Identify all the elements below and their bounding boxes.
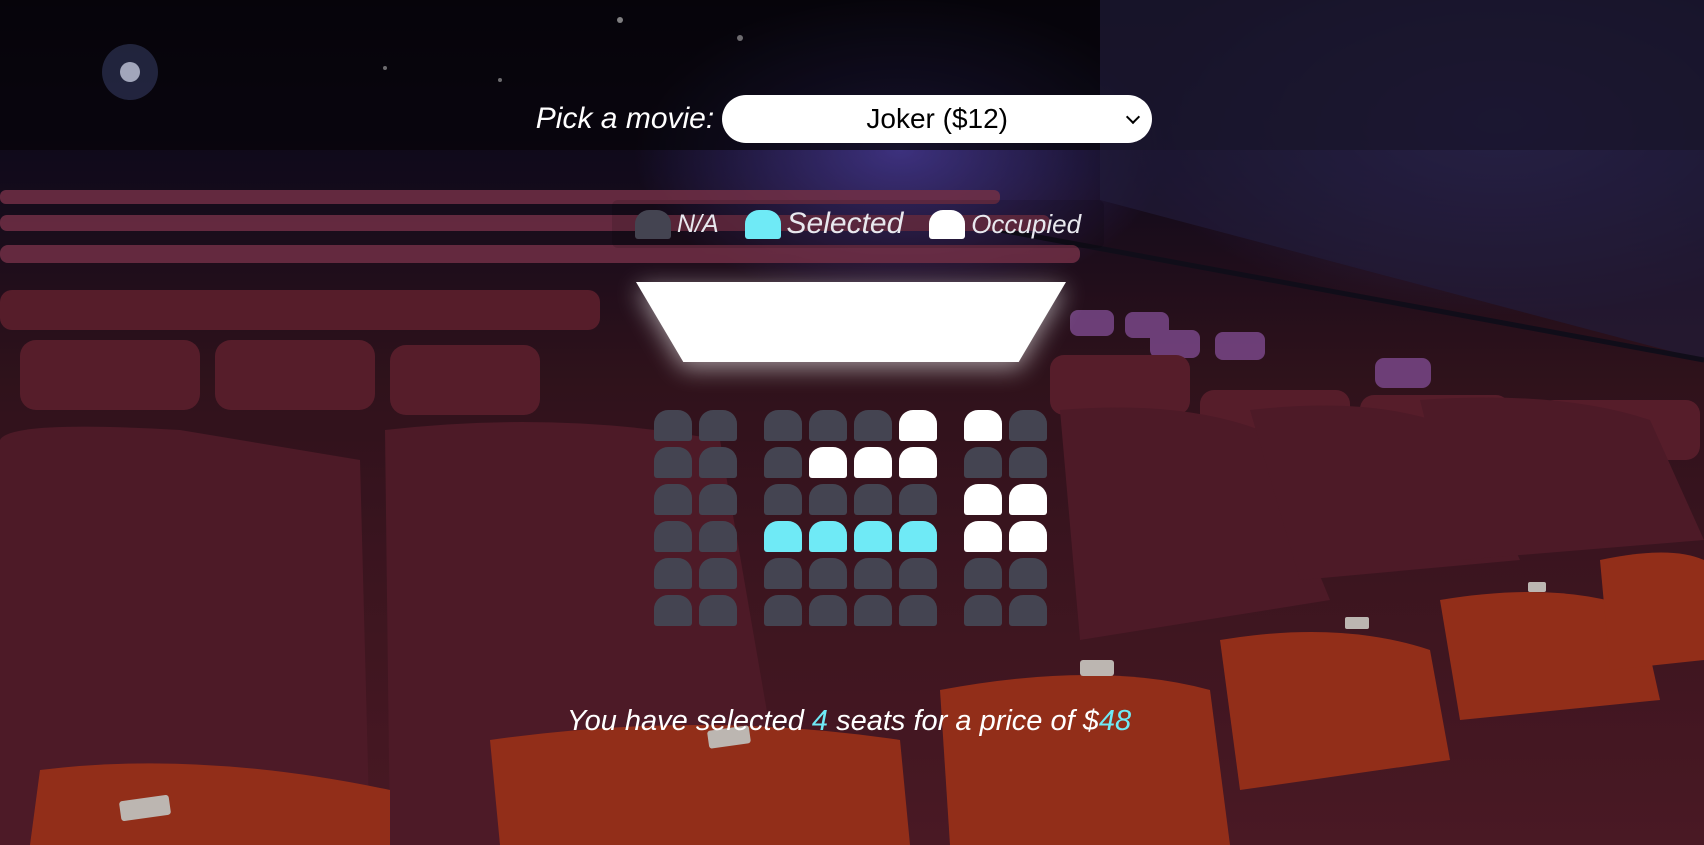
seat-r2-c4 — [809, 447, 847, 478]
seat-r6-c1[interactable] — [654, 595, 692, 626]
seat-r3-c1[interactable] — [654, 484, 692, 515]
seat-r5-c6[interactable] — [899, 558, 937, 589]
seat-r5-c8[interactable] — [1009, 558, 1047, 589]
seat-r6-c8[interactable] — [1009, 595, 1047, 626]
seat-r6-c3[interactable] — [764, 595, 802, 626]
seat-r5-c4[interactable] — [809, 558, 847, 589]
seat-r4-c2[interactable] — [699, 521, 737, 552]
legend-label-na: N/A — [676, 209, 719, 238]
seat-r1-c4[interactable] — [809, 410, 847, 441]
summary-middle: seats for a price of $ — [828, 705, 1099, 737]
seat-r4-c8 — [1009, 521, 1047, 552]
seat-r6-c4[interactable] — [809, 595, 847, 626]
movie-picker-label: Pick a movie: — [535, 102, 715, 135]
chevron-down-icon — [1126, 109, 1141, 125]
legend-item-na: N/A — [634, 209, 719, 239]
selection-summary: You have selected 4 seats for a price of… — [0, 705, 1701, 738]
seat-selected-icon — [744, 209, 781, 239]
seat-r2-c8[interactable] — [1009, 447, 1047, 478]
legend-item-selected: Selected — [744, 207, 904, 241]
legend-label-occupied: Occupied — [971, 208, 1082, 239]
seat-r5-c5[interactable] — [854, 558, 892, 589]
selected-count: 4 — [811, 705, 829, 737]
seat-r1-c8[interactable] — [1009, 410, 1047, 441]
seat-r4-c3[interactable] — [764, 521, 802, 552]
seat-r3-c5[interactable] — [854, 484, 892, 515]
seat-r1-c1[interactable] — [654, 410, 692, 441]
seat-r4-c4[interactable] — [809, 521, 847, 552]
seat-r4-c7 — [964, 521, 1002, 552]
total-price: 48 — [1098, 705, 1132, 737]
seat-r1-c7 — [964, 410, 1002, 441]
seat-r4-c5[interactable] — [854, 521, 892, 552]
seat-r2-c2[interactable] — [699, 447, 737, 478]
seat-occupied-icon — [929, 209, 966, 239]
seat-r3-c3[interactable] — [764, 484, 802, 515]
seat-r6-c6[interactable] — [899, 595, 937, 626]
seat-legend: N/A Selected Occupied — [612, 200, 1104, 248]
seat-r5-c3[interactable] — [764, 558, 802, 589]
seat-r3-c4[interactable] — [809, 484, 847, 515]
seat-r3-c8 — [1009, 484, 1047, 515]
movie-select[interactable]: Joker ($12) — [722, 95, 1153, 143]
seat-r3-c2[interactable] — [699, 484, 737, 515]
seat-r6-c2[interactable] — [699, 595, 737, 626]
seat-r3-c6[interactable] — [899, 484, 937, 515]
seat-r1-c5[interactable] — [854, 410, 892, 441]
movie-picker-row: Pick a movie: Joker ($12) — [0, 95, 1696, 143]
cinema-screen — [636, 282, 1066, 362]
seat-na-icon — [634, 209, 671, 239]
legend-item-occupied: Occupied — [929, 209, 1081, 240]
seat-r3-c7 — [964, 484, 1002, 515]
movie-select-value: Joker ($12) — [866, 103, 1008, 134]
seat-r1-c2[interactable] — [699, 410, 737, 441]
seat-r2-c5 — [854, 447, 892, 478]
seat-r2-c1[interactable] — [654, 447, 692, 478]
seat-r4-c1[interactable] — [654, 521, 692, 552]
seat-r6-c7[interactable] — [964, 595, 1002, 626]
seat-r6-c5[interactable] — [854, 595, 892, 626]
seat-r5-c2[interactable] — [699, 558, 737, 589]
seat-r2-c7[interactable] — [964, 447, 1002, 478]
cinema-screen-surface — [636, 282, 1066, 362]
summary-prefix: You have selected — [566, 705, 812, 737]
seat-r4-c6[interactable] — [899, 521, 937, 552]
legend-label-selected: Selected — [786, 207, 904, 240]
seat-r2-c3[interactable] — [764, 447, 802, 478]
seat-r1-c6 — [899, 410, 937, 441]
seat-r5-c7[interactable] — [964, 558, 1002, 589]
seat-r1-c3[interactable] — [764, 410, 802, 441]
seat-r2-c6 — [899, 447, 937, 478]
seat-r5-c1[interactable] — [654, 558, 692, 589]
